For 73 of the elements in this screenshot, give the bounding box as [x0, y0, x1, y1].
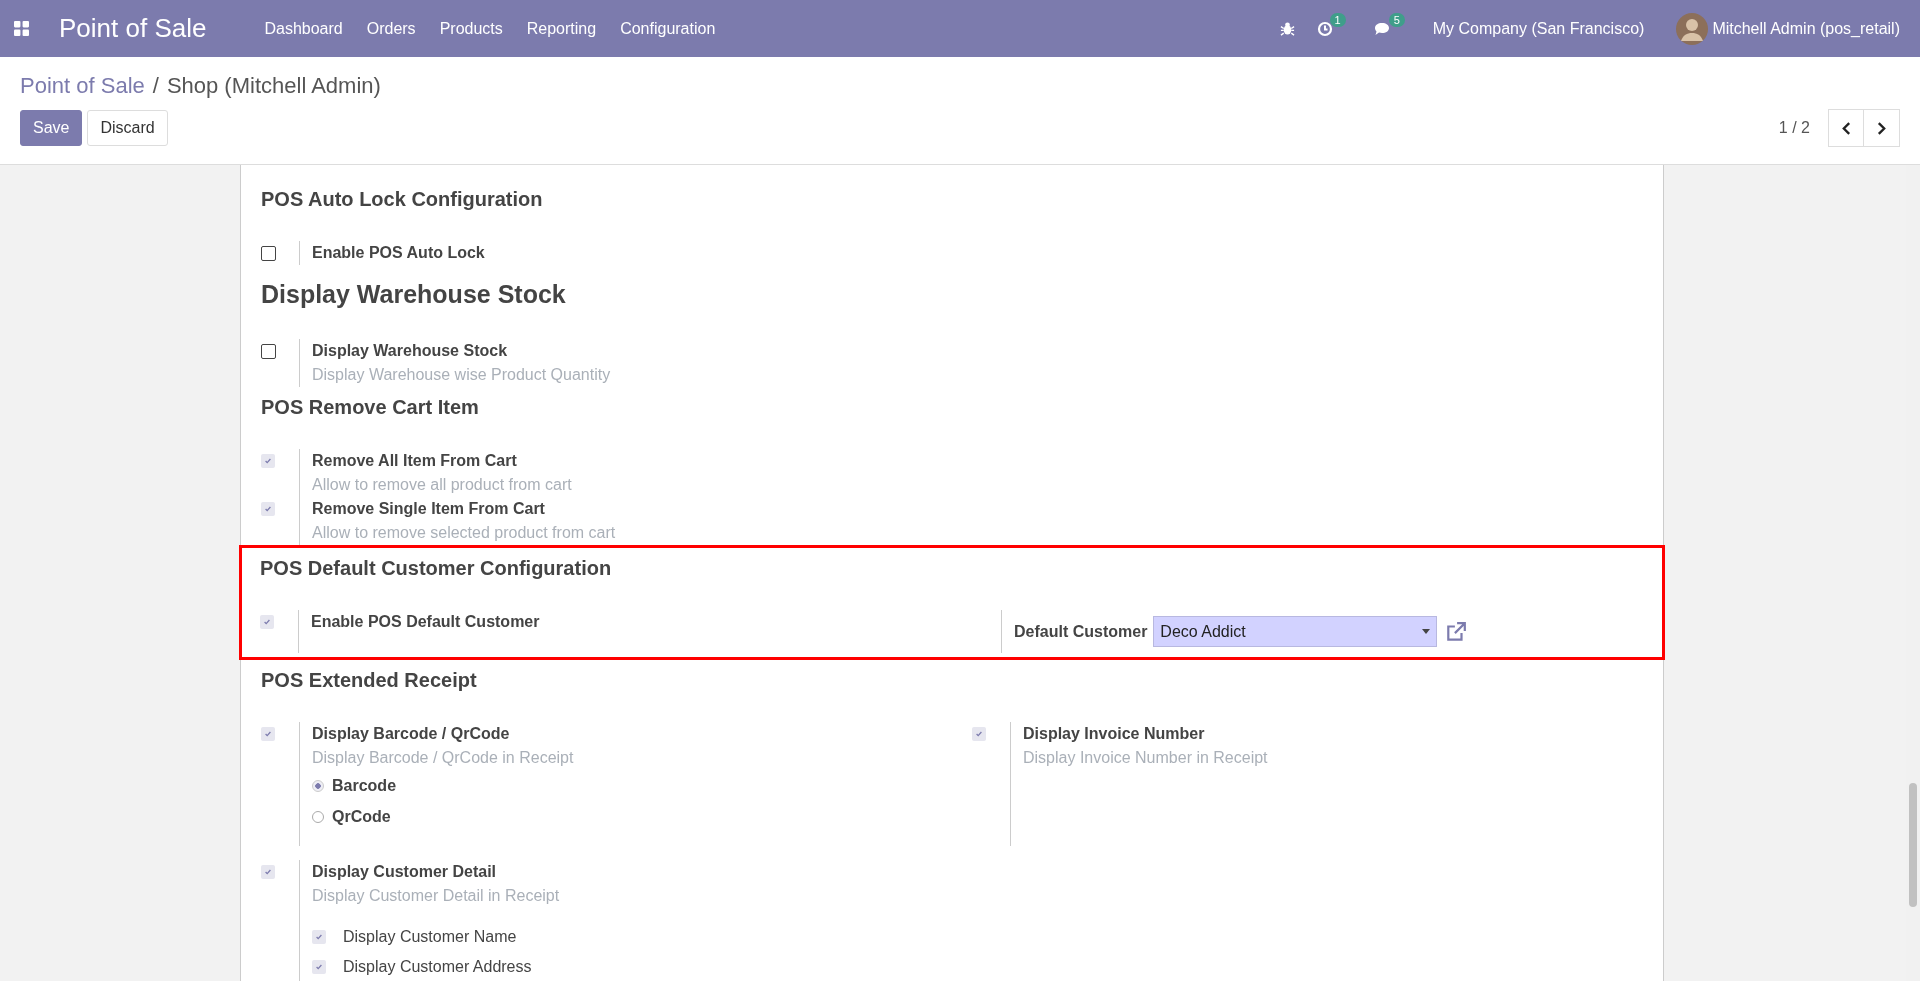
- customer-select[interactable]: Deco Addict: [1153, 616, 1438, 647]
- section-title: POS Remove Cart Item: [261, 395, 480, 420]
- avatar-placeholder[interactable]: [1676, 12, 1709, 45]
- radio-button[interactable]: [312, 810, 324, 823]
- section-title: POS Extended Receipt: [261, 668, 478, 693]
- setting-label: Display Invoice Number: [1023, 724, 1206, 744]
- apps-grid-icon[interactable]: [14, 21, 29, 36]
- setting-description: Allow to remove all product from cart: [312, 475, 572, 495]
- setting-label: Display Barcode / QrCode: [312, 724, 511, 744]
- pager-counter: 1 / 2: [1778, 119, 1810, 137]
- chat-icon[interactable]: [1373, 20, 1392, 37]
- user-menu[interactable]: Mitchell Admin (pos_retail): [1712, 19, 1900, 38]
- setting-description: Allow to remove selected product from cart: [312, 523, 616, 543]
- menu-item[interactable]: Reporting: [514, 19, 609, 38]
- setting-description: Display Warehouse wise Product Quantity: [312, 365, 611, 385]
- check-icon: [264, 730, 272, 738]
- check-icon: [315, 963, 323, 971]
- checkbox-label: Display Customer Address: [343, 958, 532, 976]
- message-count: 5: [1388, 12, 1405, 27]
- check-icon: [264, 505, 272, 513]
- checkbox[interactable]: [261, 865, 275, 879]
- menu-item[interactable]: Orders: [354, 19, 428, 38]
- check-icon: [315, 933, 323, 941]
- checkbox[interactable]: [312, 960, 326, 974]
- setting-label: Remove All Item From Cart: [312, 451, 518, 471]
- checkbox[interactable]: [261, 502, 275, 516]
- company-switcher[interactable]: My Company (San Francisco): [1432, 19, 1645, 38]
- discard-button[interactable]: Discard: [87, 110, 168, 146]
- check-icon: [263, 618, 271, 626]
- breadcrumb-separator: /: [152, 73, 159, 99]
- checkbox[interactable]: [261, 344, 276, 359]
- caret-icon: [1422, 629, 1431, 634]
- section-title: POS Auto Lock Configuration: [261, 187, 544, 212]
- chevron-left-icon: [1841, 121, 1851, 135]
- check-icon: [264, 868, 272, 876]
- setting-label: Enable POS Auto Lock: [312, 243, 485, 263]
- setting-label: Display Customer Detail: [312, 862, 498, 882]
- save-button[interactable]: Save: [20, 110, 83, 146]
- setting-description: Display Customer Detail in Receipt: [312, 886, 560, 906]
- setting-label: Remove Single Item From Cart: [312, 499, 546, 519]
- menu-item[interactable]: Configuration: [608, 19, 728, 38]
- menu-item[interactable]: Products: [427, 19, 515, 38]
- checkbox-label: Display Customer Name: [343, 928, 517, 946]
- activity-count: 1: [1329, 12, 1346, 27]
- setting-description: Display Invoice Number in Receipt: [1023, 748, 1268, 768]
- checkbox[interactable]: [261, 454, 275, 468]
- next-button[interactable]: [1864, 109, 1900, 147]
- bug-icon[interactable]: [1279, 21, 1295, 36]
- checkbox[interactable]: [972, 727, 986, 741]
- clock-icon[interactable]: [1316, 20, 1333, 37]
- check-icon: [264, 457, 272, 465]
- checkbox[interactable]: [312, 930, 326, 944]
- check-icon: [975, 730, 983, 738]
- select-value: Deco Addict: [1160, 622, 1246, 641]
- radio-label: QrCode: [332, 807, 391, 826]
- radio-button[interactable]: [312, 779, 324, 792]
- previous-button[interactable]: [1828, 109, 1864, 147]
- record-title: Shop (Mitchell Admin): [166, 73, 381, 99]
- app-name[interactable]: Point of Sale: [59, 13, 207, 44]
- menu-item[interactable]: Dashboard: [252, 19, 355, 38]
- checkbox[interactable]: [261, 727, 275, 741]
- external-link-icon[interactable]: [1445, 620, 1468, 643]
- setting-label: Display Warehouse Stock: [312, 341, 509, 361]
- setting-description: Display Barcode / QrCode in Receipt: [312, 748, 574, 768]
- section-title: POS Default Customer Configuration: [260, 556, 613, 581]
- radio-label: Barcode: [332, 776, 397, 795]
- setting-label: Enable POS Default Customer: [311, 612, 540, 632]
- checkbox[interactable]: [260, 615, 274, 629]
- checkbox[interactable]: [261, 246, 276, 261]
- breadcrumb-link[interactable]: Point of Sale: [20, 73, 145, 99]
- field-label: Default Customer: [1014, 621, 1148, 642]
- section-title: Display Warehouse Stock: [261, 279, 567, 310]
- chevron-right-icon: [1877, 121, 1886, 135]
